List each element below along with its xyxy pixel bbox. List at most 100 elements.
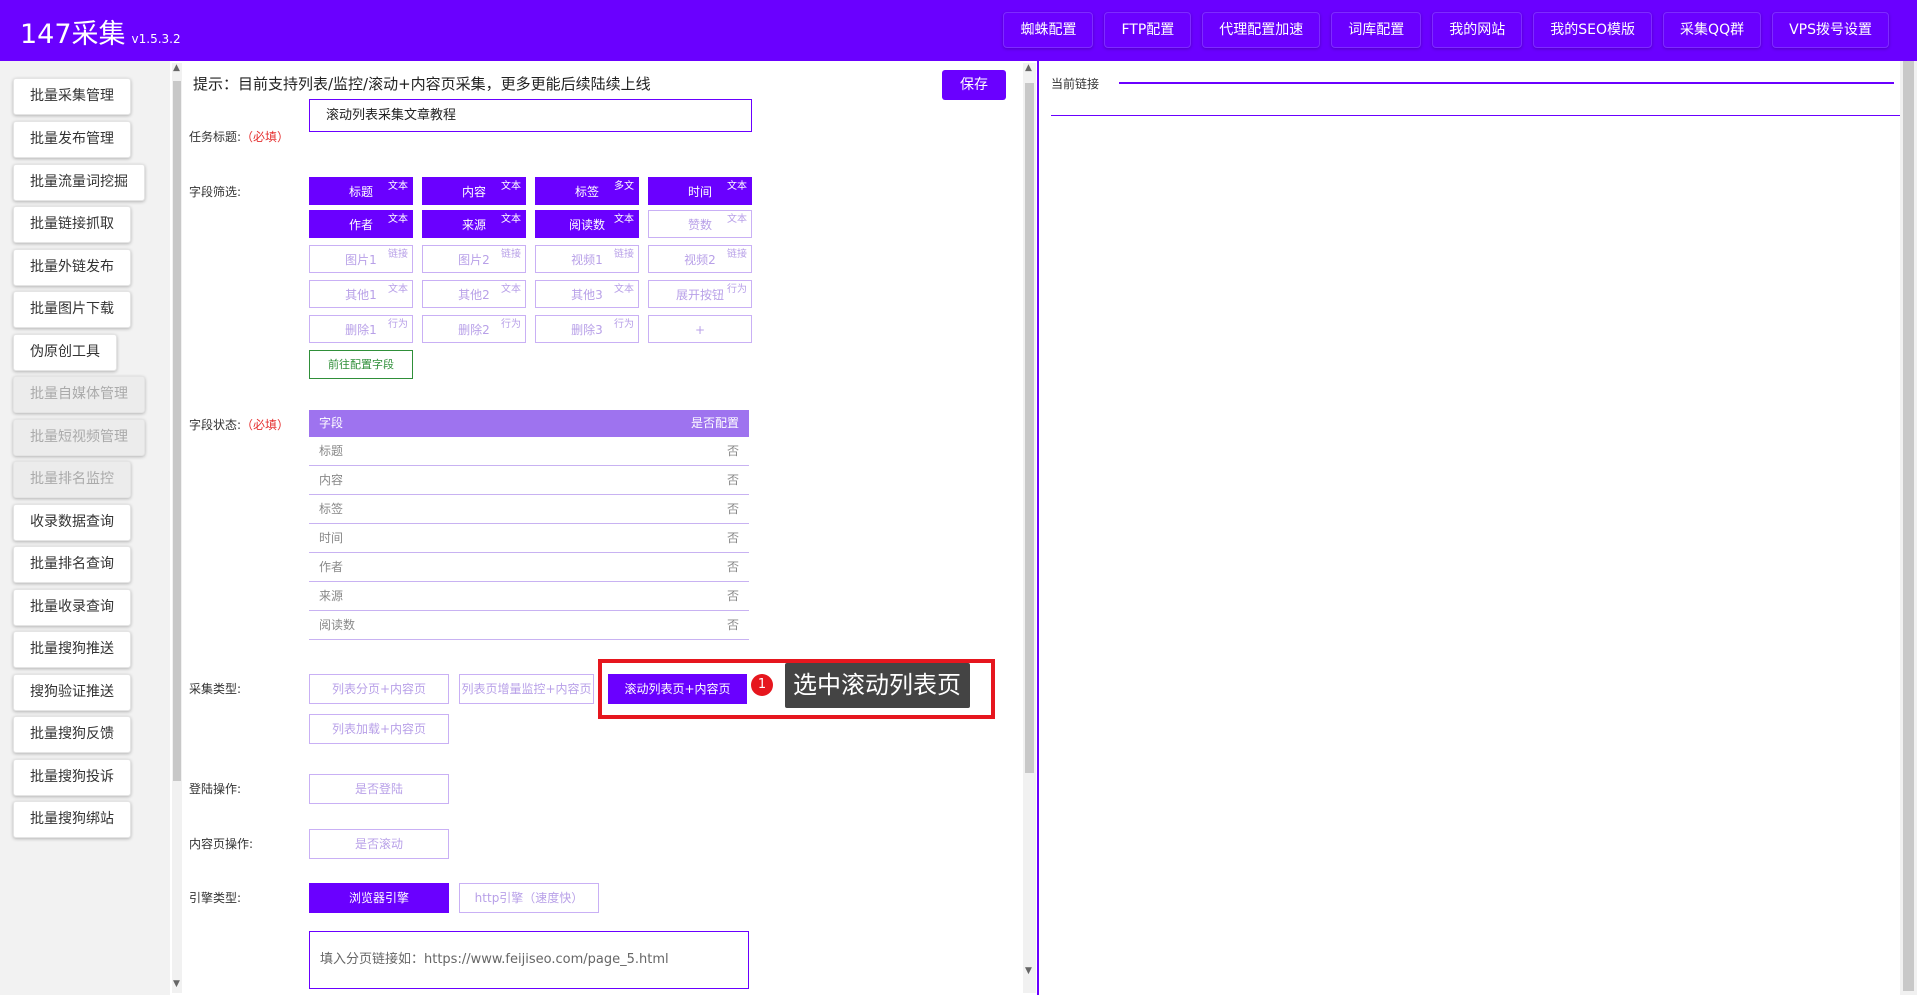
engine-browser-button[interactable]: 浏览器引擎 bbox=[309, 883, 449, 913]
field-chip-tag: 文本 bbox=[388, 284, 408, 295]
nav-ftp-config[interactable]: FTP配置 bbox=[1104, 12, 1192, 48]
window-scrollbar[interactable] bbox=[1900, 61, 1917, 995]
panel-divider bbox=[1051, 115, 1901, 116]
field-chip-tag: 文本 bbox=[501, 181, 521, 192]
cell-configured: 否 bbox=[726, 473, 739, 487]
field-chip-name: 来源 bbox=[461, 218, 486, 232]
login-toggle-button[interactable]: 是否登陆 bbox=[309, 774, 449, 804]
current-link-label: 当前链接 bbox=[1051, 77, 1100, 91]
cell-field: 来源 bbox=[319, 589, 344, 603]
page-url-textarea[interactable]: 填入分页链接如：https://www.feijiseo.com/page_5.… bbox=[309, 931, 749, 989]
field-chip-image2[interactable]: 图片2 链接 bbox=[422, 245, 526, 273]
field-chip-content[interactable]: 内容 文本 bbox=[422, 177, 526, 205]
task-title-input[interactable]: 滚动列表采集文章教程 bbox=[309, 99, 752, 132]
field-chip-video1[interactable]: 视频1 链接 bbox=[535, 245, 639, 273]
field-chip-expand-button[interactable]: 展开按钮 行为 bbox=[648, 280, 752, 308]
field-chip-likes[interactable]: 赞数 文本 bbox=[648, 210, 752, 238]
field-chip-reads[interactable]: 阅读数 文本 bbox=[535, 210, 639, 238]
sidebar-item-self-media: 批量自媒体管理 bbox=[13, 376, 145, 413]
field-chip-other3[interactable]: 其他3 文本 bbox=[535, 280, 639, 308]
field-chip-tag: 行为 bbox=[614, 319, 634, 330]
field-chip-other1[interactable]: 其他1 文本 bbox=[309, 280, 413, 308]
table-header: 字段 是否配置 bbox=[309, 410, 749, 437]
sidebar-item-external-links[interactable]: 批量外链发布 bbox=[13, 249, 131, 286]
field-chip-tag: 文本 bbox=[614, 284, 634, 295]
scroll-up-arrow-icon[interactable]: ▲ bbox=[1025, 63, 1032, 73]
field-chip-name: 展开按钮 bbox=[675, 288, 724, 302]
field-chip-title[interactable]: 标题 文本 bbox=[309, 177, 413, 205]
field-chip-time[interactable]: 时间 文本 bbox=[648, 177, 752, 205]
field-chip-name: 标题 bbox=[348, 185, 373, 199]
nav-qq-group[interactable]: 采集QQ群 bbox=[1663, 12, 1762, 48]
field-chip-tag: 行为 bbox=[501, 319, 521, 330]
sidebar-item-sogou-bind[interactable]: 批量搜狗绑站 bbox=[13, 801, 131, 838]
sidebar-scrollbar[interactable]: ▲ ▼ bbox=[172, 63, 182, 993]
sidebar-item-sogou-complaint[interactable]: 批量搜狗投诉 bbox=[13, 759, 131, 796]
sidebar-item-index-data[interactable]: 收录数据查询 bbox=[13, 504, 131, 541]
sidebar-scroll-thumb[interactable] bbox=[173, 81, 181, 781]
collect-type-list-monitor[interactable]: 列表页增量监控+内容页 bbox=[459, 674, 594, 704]
table-row: 内容 否 bbox=[309, 466, 749, 495]
sidebar-item-link-grab[interactable]: 批量链接抓取 bbox=[13, 206, 131, 243]
sidebar-item-batch-publish[interactable]: 批量发布管理 bbox=[13, 121, 131, 158]
scroll-down-arrow-icon[interactable]: ▼ bbox=[1025, 966, 1032, 976]
field-chip-tags[interactable]: 标签 多文 bbox=[535, 177, 639, 205]
collect-type-label: 采集类型: bbox=[189, 682, 242, 696]
field-chip-name: 图片2 bbox=[458, 253, 490, 267]
field-chip-tag: 文本 bbox=[388, 181, 408, 192]
field-chip-other2[interactable]: 其他2 文本 bbox=[422, 280, 526, 308]
field-chip-name: 图片1 bbox=[345, 253, 377, 267]
field-chip-video2[interactable]: 视频2 链接 bbox=[648, 245, 752, 273]
sidebar-item-short-video: 批量短视频管理 bbox=[13, 419, 145, 456]
main-scrollbar[interactable]: ▲ ▼ bbox=[1023, 63, 1036, 993]
sidebar-item-image-download[interactable]: 批量图片下载 bbox=[13, 291, 131, 328]
save-button[interactable]: 保存 bbox=[942, 70, 1006, 100]
collect-type-list-load[interactable]: 列表加载+内容页 bbox=[309, 714, 449, 744]
field-chip-delete2[interactable]: 删除2 行为 bbox=[422, 315, 526, 343]
preview-panel: 当前链接 bbox=[1037, 61, 1917, 995]
table-row: 时间 否 bbox=[309, 524, 749, 553]
field-chip-image1[interactable]: 图片1 链接 bbox=[309, 245, 413, 273]
cell-field: 标题 bbox=[319, 444, 344, 458]
field-chip-delete3[interactable]: 删除3 行为 bbox=[535, 315, 639, 343]
scroll-up-arrow-icon[interactable]: ▲ bbox=[173, 63, 180, 73]
top-nav: 蜘蛛配置 FTP配置 代理配置加速 词库配置 我的网站 我的SEO模版 采集QQ… bbox=[1003, 12, 1889, 48]
nav-vps-dialup[interactable]: VPS拨号设置 bbox=[1772, 12, 1889, 48]
collect-type-list-paging[interactable]: 列表分页+内容页 bbox=[309, 674, 449, 704]
field-chip-name: 其他1 bbox=[345, 288, 377, 302]
sidebar-item-traffic-words[interactable]: 批量流量词挖掘 bbox=[13, 164, 145, 201]
sidebar-item-batch-collect[interactable]: 批量采集管理 bbox=[13, 78, 131, 115]
nav-my-sites[interactable]: 我的网站 bbox=[1432, 12, 1523, 48]
field-chip-name: 其他3 bbox=[571, 288, 603, 302]
current-link-divider bbox=[1119, 82, 1894, 84]
add-field-button[interactable]: + bbox=[648, 315, 752, 343]
main-scroll-thumb[interactable] bbox=[1025, 83, 1034, 773]
nav-spider-config[interactable]: 蜘蛛配置 bbox=[1003, 12, 1094, 48]
sidebar-item-index-query[interactable]: 批量收录查询 bbox=[13, 589, 131, 626]
field-chip-tag: 行为 bbox=[727, 284, 747, 295]
goto-field-config-button[interactable]: 前往配置字段 bbox=[309, 350, 413, 379]
sidebar-item-sogou-push[interactable]: 批量搜狗推送 bbox=[13, 631, 131, 668]
nav-seo-templates[interactable]: 我的SEO模版 bbox=[1533, 12, 1653, 48]
nav-proxy-config[interactable]: 代理配置加速 bbox=[1202, 12, 1321, 48]
field-chip-delete1[interactable]: 删除1 行为 bbox=[309, 315, 413, 343]
sidebar-item-rank-query[interactable]: 批量排名查询 bbox=[13, 546, 131, 583]
table-row: 来源 否 bbox=[309, 582, 749, 611]
sidebar-item-sogou-feedback[interactable]: 批量搜狗反馈 bbox=[13, 716, 131, 753]
sidebar-item-sogou-verify-push[interactable]: 搜狗验证推送 bbox=[13, 674, 131, 711]
scroll-down-arrow-icon[interactable]: ▼ bbox=[173, 979, 180, 989]
sidebar-item-pseudo-original[interactable]: 伪原创工具 bbox=[13, 334, 117, 371]
app-name: 147采集 bbox=[20, 19, 126, 50]
nav-lexicon-config[interactable]: 词库配置 bbox=[1331, 12, 1422, 48]
field-chip-source[interactable]: 来源 文本 bbox=[422, 210, 526, 238]
field-chip-name: 赞数 bbox=[687, 218, 712, 232]
field-chip-tag: 文本 bbox=[727, 214, 747, 225]
field-chip-author[interactable]: 作者 文本 bbox=[309, 210, 413, 238]
engine-http-button[interactable]: http引擎（速度快） bbox=[459, 883, 599, 913]
cell-field: 标签 bbox=[319, 502, 344, 516]
window-scroll-thumb[interactable] bbox=[1903, 61, 1914, 991]
field-chip-name: 内容 bbox=[461, 185, 486, 199]
scroll-toggle-button[interactable]: 是否滚动 bbox=[309, 829, 449, 859]
task-config-form: 提示：目前支持列表/监控/滚动+内容页采集，更多更能后续陆续上线 保存 任务标题… bbox=[185, 61, 1023, 995]
task-title-label: 任务标题:（必填） bbox=[189, 128, 289, 145]
